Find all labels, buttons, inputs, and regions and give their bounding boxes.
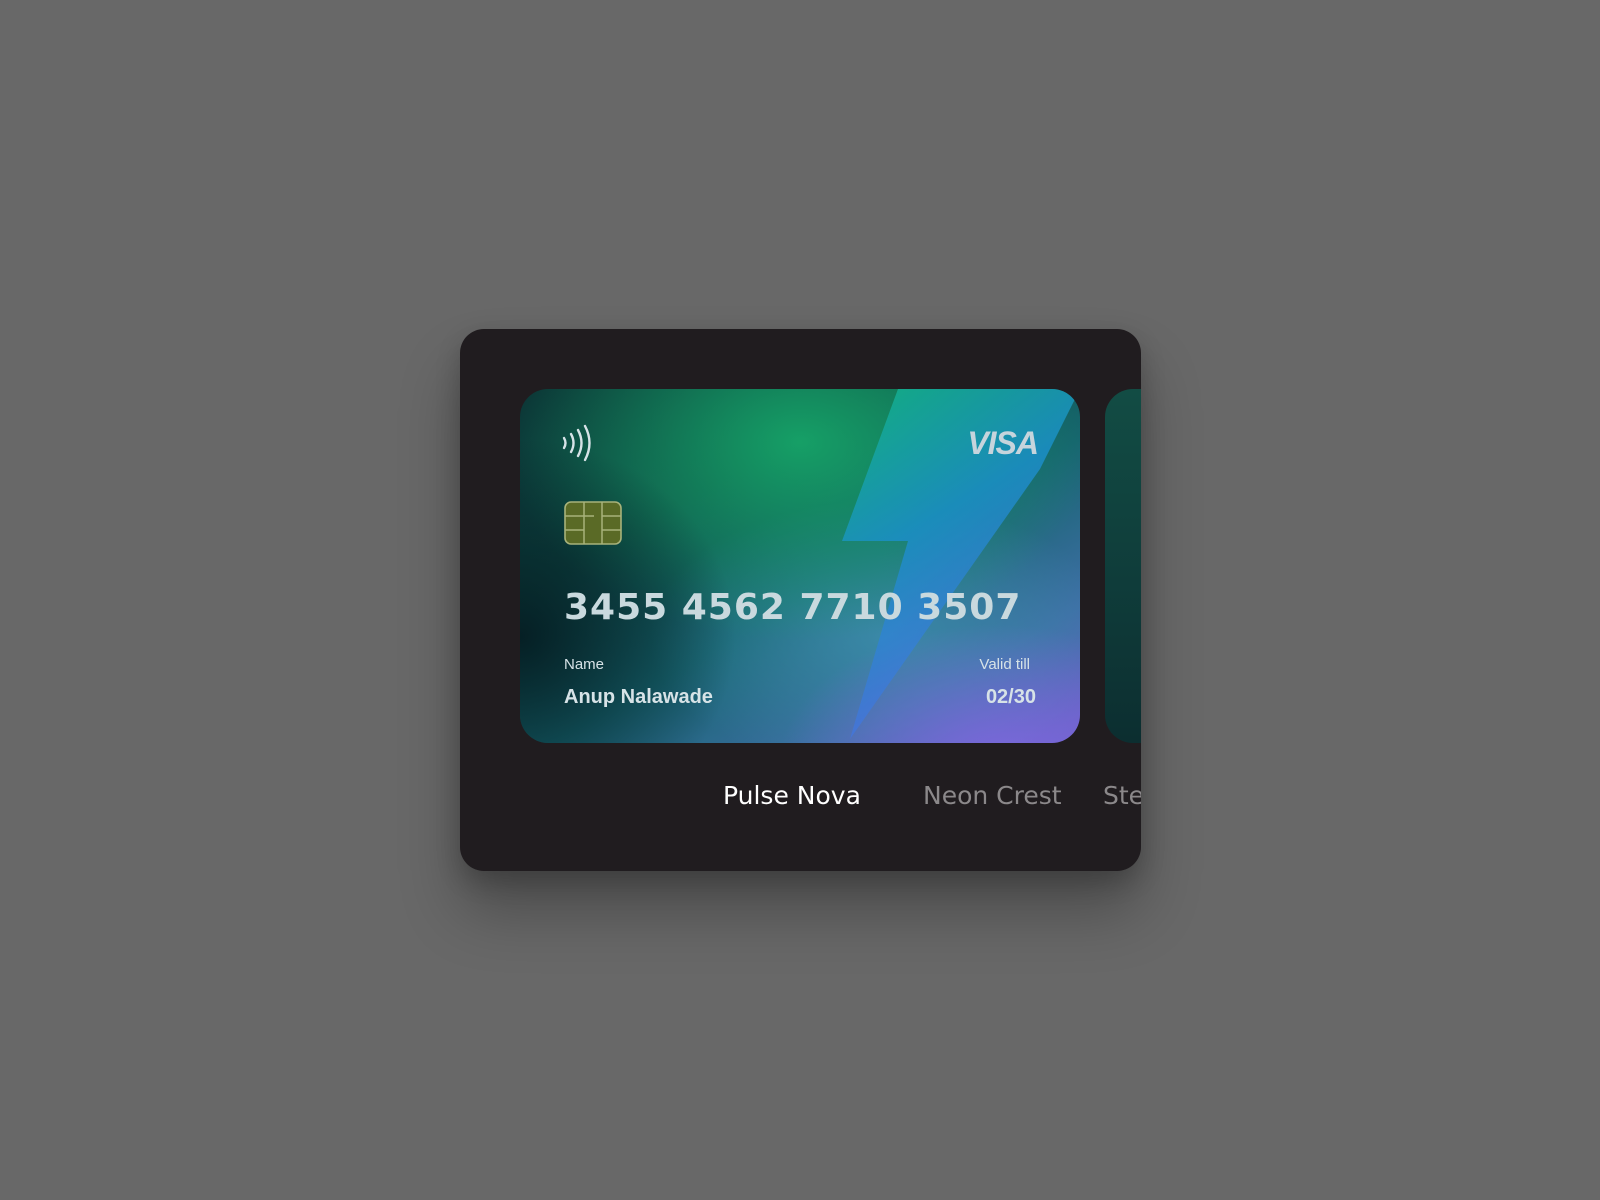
- cardholder-name: Anup Nalawade: [564, 686, 713, 708]
- card-number: 3455 4562 7710 3507: [564, 587, 1022, 628]
- contactless-icon: [562, 424, 591, 462]
- tab-neon-crest[interactable]: Neon Crest: [923, 781, 1062, 810]
- card-carousel-panel: VISA 3455 4562 7710 3507 Name Anup Nalaw…: [460, 329, 1141, 871]
- visa-logo: VISA: [967, 425, 1039, 461]
- expiry-label: Valid till: [979, 656, 1030, 673]
- tab-pulse-nova[interactable]: Pulse Nova: [723, 781, 861, 810]
- credit-card[interactable]: VISA 3455 4562 7710 3507 Name Anup Nalaw…: [520, 389, 1080, 743]
- tab-partial[interactable]: Ste: [1103, 781, 1141, 810]
- cardholder-name-label: Name: [564, 656, 605, 673]
- next-card-preview[interactable]: [1105, 389, 1141, 743]
- chip-icon: [564, 501, 622, 545]
- expiry-date: 02/30: [985, 686, 1036, 708]
- card-style-tabs: Pulse Nova Neon Crest Ste: [460, 781, 1141, 821]
